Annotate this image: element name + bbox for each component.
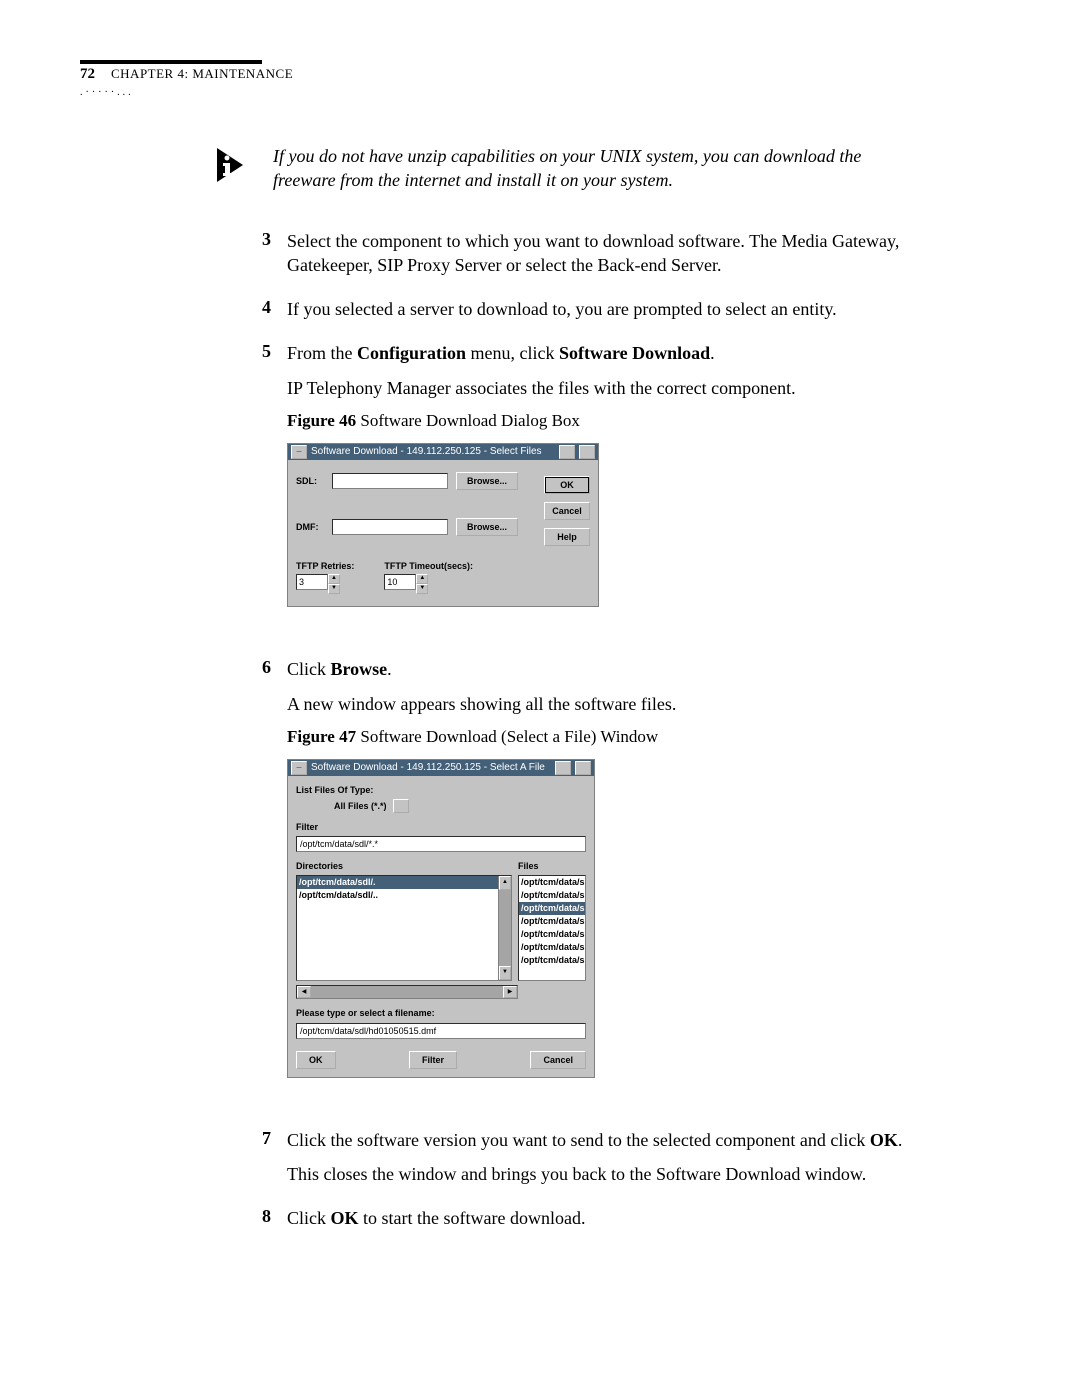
filter-label: Filter <box>296 821 586 833</box>
dialog-title: Software Download - 149.112.250.125 - Se… <box>311 761 545 775</box>
sysmenu-icon[interactable]: — <box>291 761 307 775</box>
tftp-retries-label: TFTP Retries: <box>296 560 354 572</box>
dmf-browse-button[interactable]: Browse... <box>456 518 518 536</box>
step-body-3: Select the component to which you want t… <box>287 229 925 288</box>
list-item[interactable]: /opt/tcm/data/s <box>519 928 585 941</box>
tftp-timeout-label: TFTP Timeout(secs): <box>384 560 473 572</box>
maximize-icon[interactable] <box>579 445 595 459</box>
step-body-5: From the Configuration menu, click Softw… <box>287 341 925 647</box>
select-file-dialog: — Software Download - 149.112.250.125 - … <box>287 759 595 1078</box>
files-label: Files <box>518 860 586 872</box>
filename-input[interactable]: /opt/tcm/data/sdl/hd01050515.dmf <box>296 1023 586 1039</box>
scroll-down-icon: ▼ <box>499 966 511 980</box>
step-num-8: 8 <box>253 1206 271 1240</box>
list-item[interactable]: /opt/tcm/data/s <box>519 889 585 902</box>
minimize-icon[interactable] <box>559 445 575 459</box>
maximize-icon[interactable] <box>575 761 591 775</box>
step-num-4: 4 <box>253 297 271 331</box>
ok-button[interactable]: OK <box>296 1051 336 1069</box>
retries-up-icon[interactable]: ▲ <box>328 574 340 584</box>
header-decoration: .·····... <box>80 87 980 98</box>
figure-47-caption: Figure 47 Software Download (Select a Fi… <box>287 726 925 749</box>
minimize-icon[interactable] <box>555 761 571 775</box>
page-number: 72 <box>80 66 95 83</box>
list-item[interactable]: /opt/tcm/data/s <box>519 941 585 954</box>
sdl-field[interactable] <box>332 473 448 489</box>
step-body-4: If you selected a server to download to,… <box>287 297 925 331</box>
step-num-5: 5 <box>253 341 271 647</box>
filter-input[interactable]: /opt/tcm/data/sdl/*.* <box>296 836 586 852</box>
horizontal-scrollbar[interactable]: ◀ ▶ <box>296 985 518 999</box>
files-listbox[interactable]: /opt/tcm/data/s/opt/tcm/data/s/opt/tcm/d… <box>518 875 586 981</box>
dialog-title: Software Download - 149.112.250.125 - Se… <box>311 445 542 459</box>
scroll-up-icon: ▲ <box>499 876 511 890</box>
retries-down-icon[interactable]: ▼ <box>328 584 340 594</box>
dmf-field[interactable] <box>332 519 448 535</box>
note-text: If you do not have unzip capabilities on… <box>273 144 925 193</box>
step-body-8: Click OK to start the software download. <box>287 1206 925 1240</box>
sdl-browse-button[interactable]: Browse... <box>456 472 518 490</box>
sdl-label: SDL: <box>296 475 324 487</box>
cancel-button[interactable]: Cancel <box>544 502 590 520</box>
list-item[interactable]: /opt/tcm/data/s <box>519 915 585 928</box>
scroll-right-icon: ▶ <box>503 986 517 998</box>
scrollbar[interactable]: ▲ ▼ <box>498 876 511 980</box>
directories-listbox[interactable]: /opt/tcm/data/sdl/./opt/tcm/data/sdl/.. … <box>296 875 512 981</box>
scroll-left-icon: ◀ <box>297 986 311 998</box>
page-header: 72 CHAPTER 4: MAINTENANCE <box>80 66 980 83</box>
sysmenu-icon[interactable]: — <box>291 445 307 459</box>
step-num-7: 7 <box>253 1128 271 1197</box>
help-button[interactable]: Help <box>544 528 590 546</box>
timeout-down-icon[interactable]: ▼ <box>416 584 428 594</box>
timeout-up-icon[interactable]: ▲ <box>416 574 428 584</box>
tftp-timeout-field[interactable]: 10 <box>384 574 416 590</box>
dmf-label: DMF: <box>296 521 324 533</box>
list-item[interactable]: /opt/tcm/data/sdl/. <box>297 876 511 889</box>
step-body-6: Click Browse. A new window appears showi… <box>287 657 925 1117</box>
list-item[interactable]: /opt/tcm/data/s <box>519 902 585 915</box>
tftp-retries-field[interactable]: 3 <box>296 574 328 590</box>
cancel-button[interactable]: Cancel <box>530 1051 586 1069</box>
list-type-value: All Files (*.*) <box>334 800 387 812</box>
software-download-dialog: — Software Download - 149.112.250.125 - … <box>287 443 599 607</box>
list-item[interactable]: /opt/tcm/data/s <box>519 954 585 967</box>
directories-label: Directories <box>296 860 512 872</box>
list-type-dropdown[interactable] <box>393 799 409 813</box>
list-type-label: List Files Of Type: <box>296 784 586 796</box>
list-item[interactable]: /opt/tcm/data/sdl/.. <box>297 889 511 902</box>
figure-46-caption: Figure 46 Software Download Dialog Box <box>287 410 925 433</box>
step-num-6: 6 <box>253 657 271 1117</box>
filename-label: Please type or select a filename: <box>296 1007 586 1019</box>
list-item[interactable]: /opt/tcm/data/s <box>519 876 585 889</box>
filter-button[interactable]: Filter <box>409 1051 457 1069</box>
note-info-icon <box>215 144 255 186</box>
chapter-title: CHAPTER 4: MAINTENANCE <box>111 66 293 82</box>
step-num-3: 3 <box>253 229 271 288</box>
step-body-7: Click the software version you want to s… <box>287 1128 925 1197</box>
ok-button[interactable]: OK <box>544 476 590 494</box>
